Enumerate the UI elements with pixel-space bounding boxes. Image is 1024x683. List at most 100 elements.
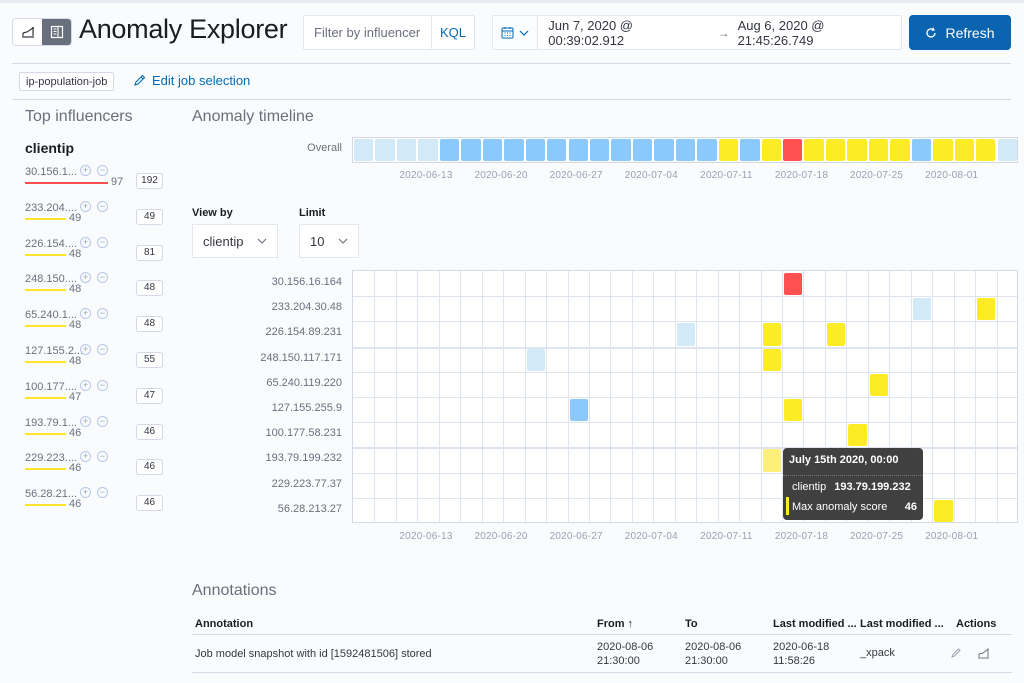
anomaly-explorer-button[interactable] (42, 19, 71, 45)
quick-select-button[interactable] (493, 16, 539, 49)
add-filter-icon[interactable]: + (80, 236, 91, 248)
from-time: 21:30:00 (597, 655, 640, 667)
swimlane-cell[interactable] (977, 298, 996, 321)
swimlane-cell[interactable] (762, 348, 781, 371)
edit-annotation-button[interactable] (950, 647, 962, 663)
overall-cell[interactable] (525, 139, 546, 161)
influencer-filter: Filter by influencer KQL (303, 15, 475, 50)
view-by-select[interactable]: clientip (192, 224, 278, 258)
remove-filter-icon[interactable]: − (97, 415, 108, 427)
overall-cell[interactable] (632, 139, 653, 161)
overall-cell[interactable] (396, 139, 417, 161)
add-filter-icon[interactable]: + (80, 487, 91, 499)
swimlane-label[interactable]: 65.240.119.220 (200, 377, 342, 389)
overall-cell[interactable] (976, 139, 996, 161)
overall-cell[interactable] (504, 139, 524, 161)
swimlane-cell[interactable] (934, 499, 953, 522)
swimlane-cell[interactable] (762, 449, 781, 472)
overall-cell[interactable] (482, 139, 503, 161)
column-header-from[interactable]: From ↑ (597, 618, 633, 630)
remove-filter-icon[interactable]: − (97, 379, 108, 391)
swimlane-cell[interactable] (526, 348, 546, 371)
axis-tick-label: 2020-07-11 (700, 170, 753, 181)
swimlane-cell[interactable] (676, 323, 696, 346)
overall-cell[interactable] (718, 139, 739, 161)
filter-input[interactable]: Filter by influencer (304, 25, 431, 40)
remove-filter-icon[interactable]: − (97, 344, 108, 355)
add-filter-icon[interactable]: + (80, 415, 91, 427)
overall-cell[interactable] (675, 139, 696, 161)
overall-cell[interactable] (697, 139, 717, 161)
overall-cell[interactable] (761, 139, 781, 161)
column-header-last-modified-by[interactable]: Last modified ... (860, 618, 944, 630)
influencer-name[interactable]: 30.156.1... (25, 166, 77, 178)
add-filter-icon[interactable]: + (80, 308, 91, 320)
view-in-single-metric-viewer-button[interactable] (977, 647, 990, 663)
single-metric-viewer-button[interactable] (13, 19, 42, 45)
start-date[interactable]: Jun 7, 2020 @ 00:39:02.912 (548, 18, 709, 48)
overall-cell[interactable] (804, 139, 824, 161)
column-header-to[interactable]: To (685, 618, 698, 630)
remove-filter-icon[interactable]: − (97, 308, 108, 320)
add-filter-icon[interactable]: + (80, 165, 91, 176)
overall-cell[interactable] (954, 139, 975, 161)
swimlane-label[interactable]: 248.150.117.171 (200, 352, 342, 364)
swimlane-cell[interactable] (912, 298, 932, 321)
swimlane-label[interactable]: 100.177.58.231 (200, 427, 342, 439)
column-header-annotation[interactable]: Annotation (195, 618, 253, 630)
overall-cell[interactable] (868, 139, 889, 161)
column-header-last-modified-date[interactable]: Last modified ... (773, 618, 857, 630)
swimlane-cell[interactable] (762, 323, 781, 346)
remove-filter-icon[interactable]: − (97, 236, 108, 248)
remove-filter-icon[interactable]: − (97, 200, 108, 212)
swimlane-label[interactable]: 229.223.77.37 (200, 478, 342, 490)
overall-swimlane[interactable] (352, 137, 1018, 163)
remove-filter-icon[interactable]: − (97, 487, 108, 499)
add-filter-icon[interactable]: + (80, 344, 91, 355)
swimlane-label[interactable]: 56.28.213.27 (200, 503, 342, 515)
overall-cell[interactable] (461, 139, 481, 161)
remove-filter-icon[interactable]: − (97, 272, 108, 284)
overall-cell[interactable] (354, 139, 374, 161)
limit-select[interactable]: 10 (299, 224, 359, 258)
overall-cell[interactable] (375, 139, 395, 161)
axis-tick-label: 2020-07-04 (624, 170, 678, 181)
kql-button[interactable]: KQL (431, 16, 474, 49)
end-date[interactable]: Aug 6, 2020 @ 21:45:26.749 (738, 18, 901, 48)
add-filter-icon[interactable]: + (80, 272, 91, 284)
refresh-button[interactable]: Refresh (909, 15, 1011, 50)
swimlane-cell[interactable] (569, 399, 588, 422)
add-filter-icon[interactable]: + (80, 379, 91, 391)
add-filter-icon[interactable]: + (80, 451, 91, 463)
overall-cell[interactable] (418, 139, 438, 161)
edit-job-selection-link[interactable]: Edit job selection (133, 73, 250, 88)
overall-cell[interactable] (997, 139, 1017, 161)
swimlane-cell[interactable] (784, 273, 803, 296)
overall-cell[interactable] (890, 139, 910, 161)
overall-cell[interactable] (911, 139, 932, 161)
overall-cell[interactable] (847, 139, 867, 161)
overall-cell[interactable] (933, 139, 953, 161)
remove-filter-icon[interactable]: − (97, 451, 108, 463)
swimlane-cell[interactable] (784, 399, 803, 422)
overall-cell[interactable] (568, 139, 588, 161)
swimlane-label[interactable]: 127.155.255.9 (200, 402, 342, 414)
swimlane-cell[interactable] (869, 373, 889, 396)
swimlane-label[interactable]: 30.156.16.164 (200, 276, 342, 288)
add-filter-icon[interactable]: + (80, 200, 91, 212)
swimlane-label[interactable]: 193.79.199.232 (200, 452, 342, 464)
overall-cell[interactable] (783, 139, 803, 161)
swimlane-label[interactable]: 233.204.30.48 (200, 301, 342, 313)
overall-cell[interactable] (654, 139, 674, 161)
overall-cell[interactable] (439, 139, 460, 161)
overall-cell[interactable] (740, 139, 760, 161)
swimlane-label[interactable]: 226.154.89.231 (200, 326, 342, 338)
remove-filter-icon[interactable]: − (97, 165, 108, 176)
overall-cell[interactable] (589, 139, 610, 161)
overall-cell[interactable] (547, 139, 567, 161)
swimlane-cell[interactable] (826, 323, 846, 346)
overall-cell[interactable] (611, 139, 631, 161)
swimlane-cell[interactable] (848, 424, 867, 447)
influencer-field-name: clientip (25, 140, 75, 156)
overall-cell[interactable] (825, 139, 846, 161)
